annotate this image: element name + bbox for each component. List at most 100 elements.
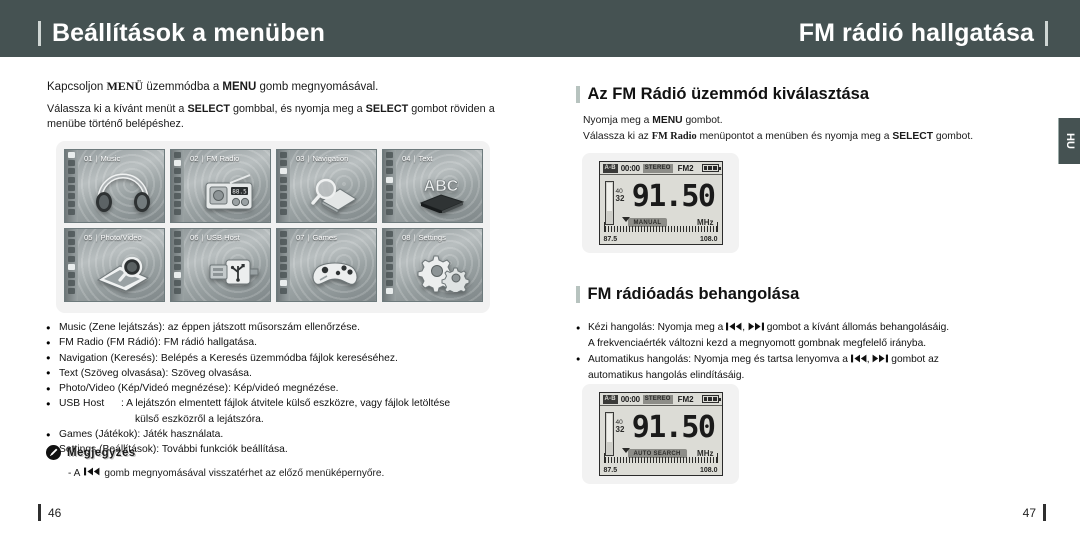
left-page-footer: 46 <box>38 504 61 521</box>
rail-icon-search <box>280 247 287 254</box>
volume-bar <box>604 181 614 225</box>
intro-1-menu-smallcaps: MENÜ <box>106 79 144 93</box>
s1-l2-b: menüpontot a menüben és nyomja meg a <box>696 130 893 142</box>
glyph-comma: , <box>742 322 746 333</box>
rail-icon-settings <box>68 209 75 216</box>
frequency-scale <box>603 222 718 232</box>
frequency-needle-icon <box>621 217 630 222</box>
list-item: Games (Játékok): Játék használata. <box>46 427 526 443</box>
volume-readout: 40 32 <box>616 188 625 203</box>
manual-page-spread: Beállítások a menüben FM rádió hallgatás… <box>0 0 1080 539</box>
menu-tile-usb-host[interactable]: 06 | USB Host <box>170 228 271 302</box>
auto-tuning-b: gombot az <box>891 353 939 365</box>
usb-host-line2: külső eszközről a lejátszóra. <box>135 413 264 425</box>
lcd-screenshot-manual: A-B 00:00 STEREO FM2 40 32 91.50 MANUAL … <box>582 153 739 253</box>
menu-tile-games[interactable]: 07 | Games <box>276 228 377 302</box>
menu-tile-settings[interactable]: 08 | Settings <box>382 228 483 302</box>
rail-icon-music <box>68 231 75 237</box>
rail-icon-usb <box>280 271 287 278</box>
rail-icon-usb <box>386 271 393 278</box>
manual-tuning-b: gombot a kívánt állomás behangolásáig. <box>766 322 950 333</box>
player-lcd-display: A-B 00:00 STEREO FM2 40 32 91.50 MANUAL … <box>598 161 723 245</box>
tile-label-usb-host: 06 | USB Host <box>190 233 240 242</box>
tile-label-settings: 08 | Settings <box>402 233 446 242</box>
rail-icon-text <box>68 176 75 183</box>
page-number-bar <box>38 504 41 521</box>
rail-icon-radio <box>280 239 287 246</box>
lcd-time: 00:00 <box>620 163 640 173</box>
menu-rail-icons <box>277 150 290 222</box>
lcd-lock-icon: A-B <box>602 394 618 404</box>
menu-tile-navigation[interactable]: 03 | Navigation <box>276 149 377 223</box>
menu-tile-photo-video[interactable]: 05 | Photo/Video <box>64 228 165 302</box>
tile-name: Navigation <box>312 154 349 163</box>
menu-tile-music[interactable]: 01 | Music <box>64 149 165 223</box>
auto-tuning-a: Automatikus hangolás: Nyomja meg és tart… <box>588 353 848 365</box>
menu-description-list: Music (Zene lejátszás): az éppen játszot… <box>46 319 526 458</box>
rail-icon-usb <box>68 271 75 278</box>
note-block: Megjegyzés - A gomb megnyomásával vissza… <box>46 445 384 479</box>
s1-l1-b: gombot. <box>682 115 723 126</box>
headphones-icon <box>85 167 160 219</box>
header-accent-bar-left <box>38 20 41 46</box>
note-suffix: gomb megnyomásával visszatérhet az előző… <box>104 467 385 479</box>
rail-icon-music <box>280 231 287 237</box>
lcd-status-bar: A-B 00:00 STEREO FM2 <box>599 162 722 175</box>
lcd-stereo-badge: STEREO <box>642 394 673 404</box>
rail-icon-radio <box>280 160 287 167</box>
tile-name: Photo/Video <box>100 233 142 242</box>
battery-icon <box>701 395 721 403</box>
tile-number: 07 <box>296 233 305 242</box>
intro-2-select-2: SELECT <box>365 103 409 115</box>
rail-icon-settings <box>386 288 393 295</box>
tile-label-games: 07 | Games <box>296 233 337 242</box>
tile-number: 05 <box>84 233 93 242</box>
menu-tile-fm-radio[interactable]: 02 | FM Radio 88.5 <box>170 149 271 223</box>
rail-icon-search <box>386 247 393 254</box>
glyph-comma: , <box>866 353 870 365</box>
intro-2-b: gombbal, és nyomja meg a <box>230 103 366 115</box>
rail-icon-text <box>174 255 181 262</box>
tile-name: Games <box>312 233 337 242</box>
intro-1-a: Kapcsoljon <box>47 81 107 93</box>
tile-number: 08 <box>402 233 411 242</box>
rail-icon-photo <box>174 263 181 270</box>
scale-high-value: 108.0 <box>699 236 718 243</box>
left-page-header: Beállítások a menüben <box>38 20 325 46</box>
intro-1-b: üzemmódba a <box>143 81 223 93</box>
menu-tile-text[interactable]: 04 | Text ABC <box>382 149 483 223</box>
list-item: Photo/Video (Kép/Videó megnézése): Kép/v… <box>46 381 526 397</box>
frequency-scale <box>603 453 718 463</box>
player-lcd-display: A-B 00:00 STEREO FM2 40 32 91.50 AUTO SE… <box>598 392 723 476</box>
rail-icon-text <box>68 255 75 262</box>
rail-icon-settings <box>280 209 287 216</box>
rail-icon-music <box>68 152 75 158</box>
intro-line-1: Kapcsoljon MENÜ üzemmódba a MENU gomb me… <box>47 79 378 94</box>
abc-book-icon: ABC <box>403 167 478 219</box>
s1-l2-c: gombot. <box>932 130 974 142</box>
tuning-instruction-list: Kézi hangolás: Nyomja meg a , gombot a k… <box>576 320 1056 384</box>
rail-icon-photo <box>68 263 75 270</box>
rail-icon-radio <box>386 239 393 246</box>
note-prefix: - A <box>68 467 81 479</box>
rail-icon-radio <box>174 239 181 246</box>
section-header-tuning: FM rádióadás behangolása <box>576 285 799 304</box>
menu-rail-icons <box>277 229 290 301</box>
tile-name: FM Radio <box>206 154 240 163</box>
tile-number: 02 <box>190 154 199 163</box>
menu-rail-icons <box>171 150 184 222</box>
intro-2-select-1: SELECT <box>187 103 231 115</box>
rail-icon-games <box>386 201 393 208</box>
list-item: Navigation (Keresés): Belépés a Keresés … <box>46 350 526 366</box>
intro-line-2: Válassza ki a kívánt menüt a SELECT gomb… <box>47 102 499 132</box>
rail-icon-photo <box>68 184 75 191</box>
rail-icon-photo <box>386 263 393 270</box>
svg-text:ABC: ABC <box>423 178 458 195</box>
rail-icon-search <box>174 168 181 175</box>
volume-bar <box>604 412 614 456</box>
rail-icon-music <box>386 152 393 158</box>
intro-1-c: gomb megnyomásával. <box>256 81 379 93</box>
rail-icon-settings <box>174 209 181 216</box>
frequency-readout: 91.50 <box>631 179 716 214</box>
s1-l1-a: Nyomja meg a <box>583 115 653 126</box>
